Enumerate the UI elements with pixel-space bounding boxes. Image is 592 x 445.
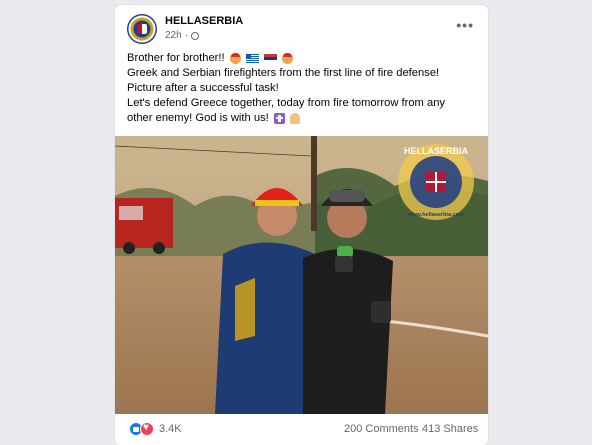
post-line-4: Let's defend Greece together, today from… bbox=[127, 97, 446, 109]
watermark-cross-h bbox=[426, 181, 446, 183]
reaction-count: 3.4K bbox=[159, 423, 182, 435]
right-background bbox=[487, 0, 592, 444]
post-meta: 22h · bbox=[165, 30, 200, 41]
post-text: Brother for brother!! Greek and Serbian … bbox=[127, 51, 479, 126]
reflective-stripe bbox=[235, 278, 255, 341]
pray-emoji-icon bbox=[290, 112, 300, 124]
watermark-logo: HELLASERBIA www.hellaserbia.com bbox=[398, 144, 474, 220]
post-photo[interactable]: HELLASERBIA www.hellaserbia.com bbox=[115, 136, 488, 414]
greek-flag-icon bbox=[245, 53, 259, 63]
serbian-flag-icon bbox=[263, 53, 277, 63]
truck-window bbox=[119, 206, 143, 220]
post-line-5: other enemy! God is with us! bbox=[127, 112, 269, 124]
shares-count[interactable]: 413 Shares bbox=[422, 423, 478, 435]
truck-wheel bbox=[153, 242, 165, 254]
goggles bbox=[329, 190, 365, 202]
page-avatar[interactable] bbox=[127, 14, 157, 44]
watermark-url: www.hellaserbia.com bbox=[407, 212, 464, 218]
page-name[interactable]: HELLASERBIA bbox=[165, 15, 243, 27]
post-card: HELLASERBIA 22h · ••• Brother for brothe… bbox=[115, 5, 488, 445]
left-background bbox=[0, 0, 114, 444]
firefighter-emoji-icon bbox=[229, 52, 241, 64]
respirator bbox=[335, 256, 353, 272]
cross-emoji-icon bbox=[273, 112, 285, 124]
globe-icon bbox=[191, 31, 200, 40]
post-line: Brother for brother!! bbox=[127, 51, 479, 66]
glove bbox=[371, 301, 391, 323]
post-time[interactable]: 22h bbox=[165, 30, 182, 41]
more-icon[interactable]: ••• bbox=[456, 17, 474, 33]
utility-pole bbox=[311, 136, 317, 231]
comments-count[interactable]: 200 Comments bbox=[344, 423, 419, 435]
serbian-firefighter-uniform bbox=[303, 248, 393, 414]
reactions-summary[interactable]: 3.4K bbox=[129, 422, 182, 436]
watermark-title: HELLASERBIA bbox=[404, 146, 469, 156]
post-line-3: Picture after a successful task! bbox=[127, 82, 279, 94]
truck-wheel bbox=[123, 242, 135, 254]
helmet-band bbox=[255, 200, 299, 206]
fire-truck bbox=[115, 198, 173, 248]
firefighter-emoji-icon bbox=[282, 52, 294, 64]
meta-separator: · bbox=[184, 30, 189, 41]
post-line-2: Greek and Serbian firefighters from the … bbox=[127, 67, 440, 79]
avatar-emblem bbox=[137, 24, 147, 34]
love-icon bbox=[140, 422, 154, 436]
post-line: other enemy! God is with us! bbox=[127, 111, 479, 126]
engagement-bar: 3.4K 200 Comments 413 Shares bbox=[115, 414, 488, 445]
post-line-1: Brother for brother!! bbox=[127, 52, 225, 64]
